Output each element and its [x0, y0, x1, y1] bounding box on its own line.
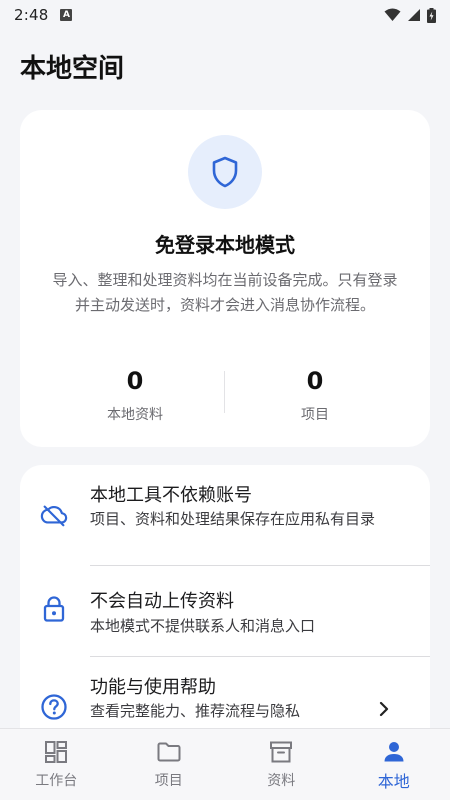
shield-icon-container [188, 135, 262, 209]
stat-divider [224, 371, 225, 413]
nav-label: 资料 [267, 773, 296, 789]
nav-label: 本地 [377, 772, 410, 791]
info-item-subtitle: 项目、资料和处理结果保存在应用私有目录 [90, 510, 376, 528]
nav-item-local[interactable]: 本地 [338, 729, 450, 800]
local-mode-card: 免登录本地模式 导入、整理和处理资料均在当前设备完成。只有登录并主动发送时，资料… [20, 110, 430, 447]
nav-item-projects[interactable]: 项目 [113, 729, 226, 800]
page-title: 本地空间 [20, 54, 125, 84]
cloud-off-icon [40, 501, 68, 529]
info-item-no-upload: 不会自动上传资料 本地模式不提供联系人和消息入口 [20, 566, 430, 656]
info-item-subtitle: 本地模式不提供联系人和消息入口 [90, 617, 316, 635]
nav-label: 项目 [154, 773, 183, 789]
battery-icon [427, 7, 436, 23]
person-icon [384, 742, 404, 762]
archive-icon [270, 741, 293, 763]
signal-icon [408, 9, 420, 21]
notification-badge: A [60, 9, 73, 21]
bottom-navigation: 工作台 项目 资料 本地 [0, 728, 450, 800]
stat-local-files: 0 本地资料 [55, 366, 215, 424]
lock-icon [40, 595, 68, 623]
wifi-icon [384, 8, 401, 21]
info-list-card: 本地工具不依赖账号 项目、资料和处理结果保存在应用私有目录 不会自动上传资料 本… [20, 465, 430, 765]
stat-projects: 0 项目 [235, 366, 395, 424]
info-item-subtitle: 查看完整能力、推荐流程与隐私 [90, 702, 301, 720]
stat-value: 0 [306, 367, 324, 395]
folder-icon [157, 742, 181, 762]
info-item-title: 功能与使用帮助 [90, 677, 216, 698]
hero-title: 免登录本地模式 [155, 233, 295, 257]
stat-label: 本地资料 [107, 407, 163, 423]
dashboard-icon [45, 741, 68, 763]
info-item-title: 本地工具不依赖账号 [90, 485, 252, 506]
stat-value: 0 [126, 367, 144, 395]
info-item-title: 不会自动上传资料 [90, 591, 234, 612]
hero-description: 导入、整理和处理资料均在当前设备完成。只有登录并主动发送时，资料才会进入消息协作… [52, 271, 398, 314]
nav-label: 工作台 [35, 773, 78, 789]
help-circle-icon [40, 693, 68, 721]
chevron-right-icon [379, 701, 389, 717]
status-bar: 2:48 A [0, 0, 450, 30]
status-time: 2:48 [14, 6, 49, 24]
nav-item-files[interactable]: 资料 [225, 729, 338, 800]
stat-label: 项目 [301, 407, 329, 423]
info-item-no-account: 本地工具不依赖账号 项目、资料和处理结果保存在应用私有目录 [20, 465, 430, 565]
shield-icon [212, 156, 238, 188]
nav-item-workbench[interactable]: 工作台 [0, 729, 113, 800]
